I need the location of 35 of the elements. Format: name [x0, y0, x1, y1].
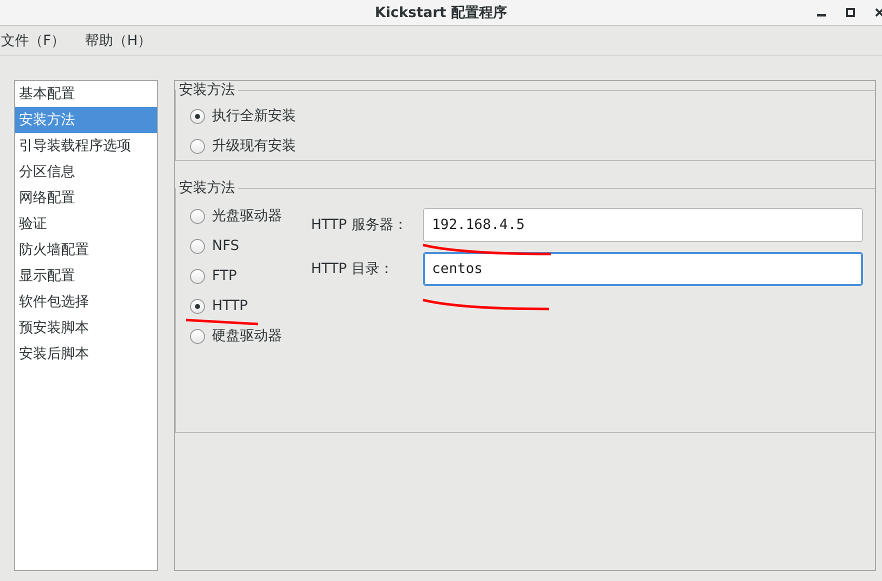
input-field[interactable]: 192.168.4.5 [423, 208, 863, 242]
section-title: 安装方法 [178, 81, 236, 99]
radio-option[interactable]: 升级现有安装 [190, 136, 311, 156]
radio-option[interactable]: HTTP [190, 296, 311, 316]
radio-option[interactable]: 执行全新安装 [190, 106, 311, 126]
sidebar-item[interactable]: 基本配置 [15, 81, 157, 107]
sidebar-item[interactable]: 显示配置 [15, 263, 157, 289]
menu-item[interactable]: 帮助（H） [85, 32, 152, 50]
sidebar-item[interactable]: 网络配置 [15, 185, 157, 211]
field-label: HTTP 服务器： [311, 216, 408, 234]
menu-item[interactable]: 文件（F） [1, 32, 66, 50]
sidebar-item[interactable]: 引导装载程序选项 [15, 133, 157, 159]
section-title: 安装方法 [178, 179, 236, 197]
sidebar-item[interactable]: 验证 [15, 211, 157, 237]
radio-button[interactable] [190, 208, 205, 224]
radio-option[interactable]: 光盘驱动器 [190, 206, 311, 226]
close-icon[interactable] [875, 8, 882, 17]
maximize-icon[interactable] [846, 8, 855, 17]
radio-option[interactable]: NFS [190, 236, 311, 256]
sidebar-item[interactable]: 预安装脚本 [15, 315, 157, 341]
field-label: HTTP 目录： [311, 260, 394, 278]
sidebar-item[interactable]: 安装后脚本 [15, 341, 157, 367]
sidebar-item[interactable]: 分区信息 [15, 159, 157, 185]
sidebar-item[interactable]: 防火墙配置 [15, 237, 157, 263]
window-title: Kickstart 配置程序 [374, 4, 508, 22]
radio-button[interactable] [190, 108, 205, 124]
radio-button[interactable] [190, 298, 205, 314]
radio-button[interactable] [190, 238, 205, 254]
input-field[interactable]: centos [423, 252, 863, 286]
radio-button[interactable] [190, 268, 205, 284]
radio-option[interactable]: 硬盘驱动器 [190, 326, 311, 346]
radio-option[interactable]: FTP [190, 266, 311, 286]
sidebar-item[interactable]: 软件包选择 [15, 289, 157, 315]
radio-button[interactable] [190, 138, 205, 154]
radio-button[interactable] [190, 328, 205, 344]
